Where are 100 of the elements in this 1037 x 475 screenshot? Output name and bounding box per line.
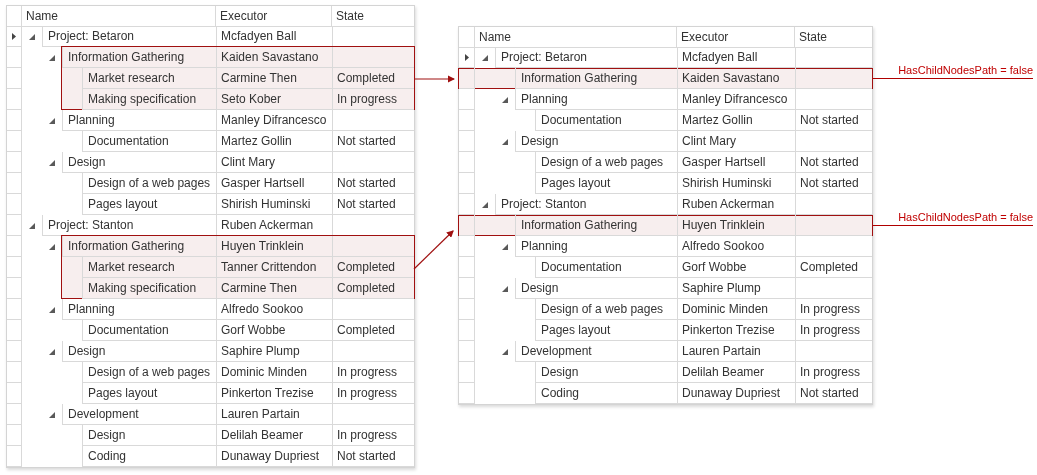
column-header[interactable]: Name xyxy=(22,6,216,27)
collapse-triangle-icon[interactable] xyxy=(49,243,55,250)
executor-cell: Shirish Huminski xyxy=(216,194,332,215)
executor-cell: Lauren Partain xyxy=(677,341,795,362)
row-indicator-cell[interactable] xyxy=(459,320,475,341)
executor-cell: Clint Mary xyxy=(216,152,332,173)
state-cell: Completed xyxy=(332,320,414,341)
name-cell: Design xyxy=(515,278,677,299)
executor-cell: Dunaway Dupriest xyxy=(677,383,795,404)
name-cell: Pages layout xyxy=(82,383,216,404)
collapse-triangle-icon[interactable] xyxy=(29,33,35,40)
row-indicator-cell[interactable] xyxy=(7,110,22,131)
name-cell: Design of a web pages xyxy=(535,299,677,320)
collapse-triangle-icon[interactable] xyxy=(29,222,35,229)
row-indicator-cell[interactable] xyxy=(7,278,22,299)
row-indicator-cell[interactable] xyxy=(7,404,22,425)
collapse-triangle-icon[interactable] xyxy=(482,54,488,61)
collapse-triangle-icon[interactable] xyxy=(502,138,508,145)
row-indicator-cell[interactable] xyxy=(459,173,475,194)
collapse-triangle-icon[interactable] xyxy=(49,306,55,313)
executor-cell: Seto Kober xyxy=(216,89,332,110)
column-header[interactable]: Executor xyxy=(677,27,795,48)
executor-cell: Delilah Beamer xyxy=(216,425,332,446)
connector-arrow xyxy=(413,75,456,83)
column-header[interactable]: State xyxy=(795,27,872,48)
executor-cell: Gorf Wobbe xyxy=(216,320,332,341)
row-indicator-cell[interactable] xyxy=(7,257,22,278)
collapse-triangle-icon[interactable] xyxy=(502,96,508,103)
name-cell: Planning xyxy=(515,89,677,110)
collapse-triangle-icon[interactable] xyxy=(49,159,55,166)
executor-cell: Alfredo Sookoo xyxy=(677,236,795,257)
row-indicator-cell[interactable] xyxy=(7,131,22,152)
name-cell: Design xyxy=(62,152,216,173)
state-cell: Not started xyxy=(332,446,414,467)
row-indicator-cell[interactable] xyxy=(459,257,475,278)
collapse-triangle-icon[interactable] xyxy=(502,348,508,355)
row-indicator-cell[interactable] xyxy=(7,341,22,362)
row-indicator-cell[interactable] xyxy=(459,131,475,152)
name-cell: Market research xyxy=(82,68,216,89)
connector-arrow xyxy=(413,230,454,270)
state-cell: In progress xyxy=(795,320,872,341)
row-indicator-cell[interactable] xyxy=(7,194,22,215)
executor-cell: Martez Gollin xyxy=(677,110,795,131)
row-indicator-cell[interactable] xyxy=(459,299,475,320)
collapse-triangle-icon[interactable] xyxy=(49,348,55,355)
collapse-triangle-icon[interactable] xyxy=(49,117,55,124)
name-cell: Documentation xyxy=(82,320,216,341)
row-indicator-cell[interactable] xyxy=(7,26,22,47)
row-indicator-cell[interactable] xyxy=(7,425,22,446)
name-cell: Information Gathering xyxy=(62,47,216,68)
row-indicator-cell[interactable] xyxy=(459,362,475,383)
column-header[interactable]: State xyxy=(332,6,414,27)
row-indicator-cell[interactable] xyxy=(459,110,475,131)
row-indicator-cell[interactable] xyxy=(459,68,475,89)
row-indicator-cell[interactable] xyxy=(7,215,22,236)
name-cell: Information Gathering xyxy=(515,68,677,89)
row-indicator-cell[interactable] xyxy=(7,299,22,320)
name-cell: Planning xyxy=(515,236,677,257)
row-indicator-cell[interactable] xyxy=(7,173,22,194)
state-cell: In progress xyxy=(332,425,414,446)
row-indicator-cell[interactable] xyxy=(7,362,22,383)
row-indicator-cell[interactable] xyxy=(7,236,22,257)
collapse-triangle-icon[interactable] xyxy=(502,285,508,292)
executor-cell: Dunaway Dupriest xyxy=(216,446,332,467)
row-indicator-cell[interactable] xyxy=(7,47,22,68)
column-header[interactable]: Executor xyxy=(216,6,332,27)
executor-cell: Manley Difrancesco xyxy=(677,89,795,110)
row-indicator-cell[interactable] xyxy=(459,278,475,299)
state-cell: Not started xyxy=(332,194,414,215)
name-cell: Development xyxy=(515,341,677,362)
current-row-icon xyxy=(464,53,469,61)
executor-cell: Gasper Hartsell xyxy=(677,152,795,173)
row-indicator-cell[interactable] xyxy=(7,89,22,110)
row-indicator-cell[interactable] xyxy=(7,383,22,404)
name-cell: Design of a web pages xyxy=(82,173,216,194)
executor-cell: Huyen Trinklein xyxy=(216,236,332,257)
row-indicator-cell[interactable] xyxy=(7,446,22,467)
collapse-triangle-icon[interactable] xyxy=(482,201,488,208)
name-cell: Documentation xyxy=(535,257,677,278)
row-indicator-cell[interactable] xyxy=(7,320,22,341)
collapse-triangle-icon[interactable] xyxy=(502,243,508,250)
executor-cell: Pinkerton Trezise xyxy=(677,320,795,341)
executor-cell: Shirish Huminski xyxy=(677,173,795,194)
executor-cell: Carmine Then xyxy=(216,68,332,89)
row-indicator-cell[interactable] xyxy=(459,152,475,173)
row-indicator-cell[interactable] xyxy=(459,236,475,257)
column-header[interactable]: Name xyxy=(475,27,677,48)
row-indicator-cell[interactable] xyxy=(459,89,475,110)
row-indicator-cell[interactable] xyxy=(7,68,22,89)
row-indicator-cell[interactable] xyxy=(459,215,475,236)
state-cell: Not started xyxy=(795,110,872,131)
name-cell: Documentation xyxy=(82,131,216,152)
executor-cell: Gasper Hartsell xyxy=(216,173,332,194)
name-cell: Design xyxy=(515,131,677,152)
row-indicator-cell[interactable] xyxy=(7,152,22,173)
name-cell: Design xyxy=(82,425,216,446)
row-indicator-cell[interactable] xyxy=(459,341,475,362)
row-indicator-cell[interactable] xyxy=(459,383,475,404)
collapse-triangle-icon[interactable] xyxy=(49,411,55,418)
collapse-triangle-icon[interactable] xyxy=(49,54,55,61)
